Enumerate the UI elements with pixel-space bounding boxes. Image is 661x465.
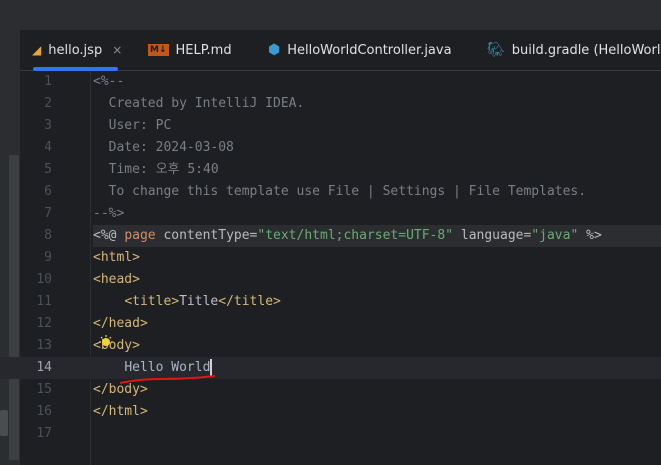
code-text: --%> xyxy=(93,203,124,225)
line-number: 1 xyxy=(44,74,52,89)
code-token: --%> xyxy=(93,206,125,221)
code-line[interactable]: 15 </body> xyxy=(0,379,661,401)
code-line[interactable]: 7 --%> xyxy=(0,203,661,225)
code-text: <head> xyxy=(93,269,140,291)
code-line[interactable]: 8 <%@ page contentType="text/html;charset… xyxy=(0,225,661,247)
code-line[interactable]: 11 <title>Title</title> xyxy=(0,291,661,313)
code-line[interactable]: 14 Hello World xyxy=(0,357,661,379)
code-line[interactable]: 3 User: PC xyxy=(0,115,661,137)
tab-build-gradle[interactable]: 🐘︎ build.gradle (HelloWorld) xyxy=(487,30,661,70)
tab-label: HELP.md xyxy=(175,42,232,58)
line-number: 11 xyxy=(36,294,52,309)
tab-label: hello.jsp xyxy=(48,42,103,58)
markdown-file-icon: M↓ xyxy=(148,44,169,56)
code-line[interactable]: 6 To change this template use File | Set… xyxy=(0,181,661,203)
code-line[interactable]: 16 </html> xyxy=(0,401,661,423)
code-line[interactable]: 9 <html> xyxy=(0,247,661,269)
code-text: </html> xyxy=(93,401,148,423)
code-line[interactable]: 4 Date: 2024-03-08 xyxy=(0,137,661,159)
code-token: To change this template use File | Setti… xyxy=(93,184,587,199)
code-token: <head> xyxy=(93,272,140,287)
code-text: <html> xyxy=(93,247,140,269)
title-bar xyxy=(0,0,661,30)
code-text: </head> xyxy=(93,313,148,335)
line-number: 4 xyxy=(44,140,52,155)
code-token: language= xyxy=(453,228,532,243)
code-token: Title xyxy=(179,294,219,309)
code-token: </html> xyxy=(93,404,148,419)
code-token: Date: 2024-03-08 xyxy=(93,140,234,155)
line-number: 17 xyxy=(36,426,52,441)
red-annotation-underline xyxy=(119,375,216,384)
code-line[interactable]: 10 <head> xyxy=(0,269,661,291)
tab-helloworldcontroller-java[interactable]: ⬢ HelloWorldController.java xyxy=(268,30,452,70)
line-number: 9 xyxy=(44,250,52,265)
code-token: User: PC xyxy=(93,118,172,133)
line-number: 15 xyxy=(36,382,52,397)
code-text: Date: 2024-03-08 xyxy=(93,137,234,159)
code-text: Created by IntelliJ IDEA. xyxy=(93,93,305,115)
line-number: 6 xyxy=(44,184,52,199)
code-line[interactable]: 2 Created by IntelliJ IDEA. xyxy=(0,93,661,115)
line-number: 3 xyxy=(44,118,52,133)
line-number: 5 xyxy=(44,162,52,177)
code-token: %> xyxy=(578,228,602,243)
code-text: User: PC xyxy=(93,115,172,137)
java-class-icon: ⬢ xyxy=(268,42,281,58)
line-number: 13 xyxy=(36,338,52,353)
code-token: </title> xyxy=(218,294,281,309)
code-text: Time: 오후 5:40 xyxy=(93,159,219,181)
code-token: "java" xyxy=(531,228,579,243)
code-token: <title> xyxy=(124,294,180,309)
tab-hello-jsp[interactable]: ◢ hello.jsp × xyxy=(32,30,122,71)
line-number: 2 xyxy=(44,96,52,111)
code-token: page xyxy=(124,228,156,243)
code-token: <html> xyxy=(93,250,140,265)
close-tab-icon[interactable]: × xyxy=(112,43,122,57)
code-line[interactable]: 5 Time: 오후 5:40 xyxy=(0,159,661,181)
code-text: To change this template use File | Setti… xyxy=(93,181,586,203)
line-number: 7 xyxy=(44,206,52,221)
code-text: <%@ page contentType="text/html;charset=… xyxy=(93,225,661,247)
tab-label: HelloWorldController.java xyxy=(287,42,452,58)
lightbulb-intention-icon[interactable] xyxy=(99,335,113,349)
code-token: <%-- xyxy=(93,74,125,89)
code-text: <%-- xyxy=(93,71,124,93)
code-text: <title>Title</title> xyxy=(93,291,281,313)
code-line[interactable]: 1 <%-- xyxy=(0,71,661,93)
code-token: <%@ xyxy=(93,228,125,243)
code-line[interactable]: 17 xyxy=(0,423,661,445)
code-token: Created by IntelliJ IDEA. xyxy=(93,96,305,111)
code-token: contentType= xyxy=(155,228,258,243)
code-line[interactable]: 12 </head> xyxy=(0,313,661,335)
tab-help-md[interactable]: M↓ HELP.md xyxy=(148,30,232,70)
line-number: 10 xyxy=(36,272,52,287)
jsp-file-icon: ◢ xyxy=(32,43,42,57)
line-number: 12 xyxy=(36,316,52,331)
code-token: Hello World xyxy=(124,360,211,375)
code-token: </head> xyxy=(93,316,148,331)
tab-label: build.gradle (HelloWorld) xyxy=(511,42,661,58)
editor-tab-bar: ◢ hello.jsp × M↓ HELP.md ⬢ HelloWorldCon… xyxy=(20,30,661,71)
line-number: 16 xyxy=(36,404,52,419)
code-token: "text/html;charset=UTF-8" xyxy=(257,228,454,243)
line-number: 8 xyxy=(44,228,52,243)
line-number: 14 xyxy=(36,360,52,375)
code-token: Time: 오후 5:40 xyxy=(93,162,219,177)
gradle-elephant-icon: 🐘︎ xyxy=(487,42,505,58)
